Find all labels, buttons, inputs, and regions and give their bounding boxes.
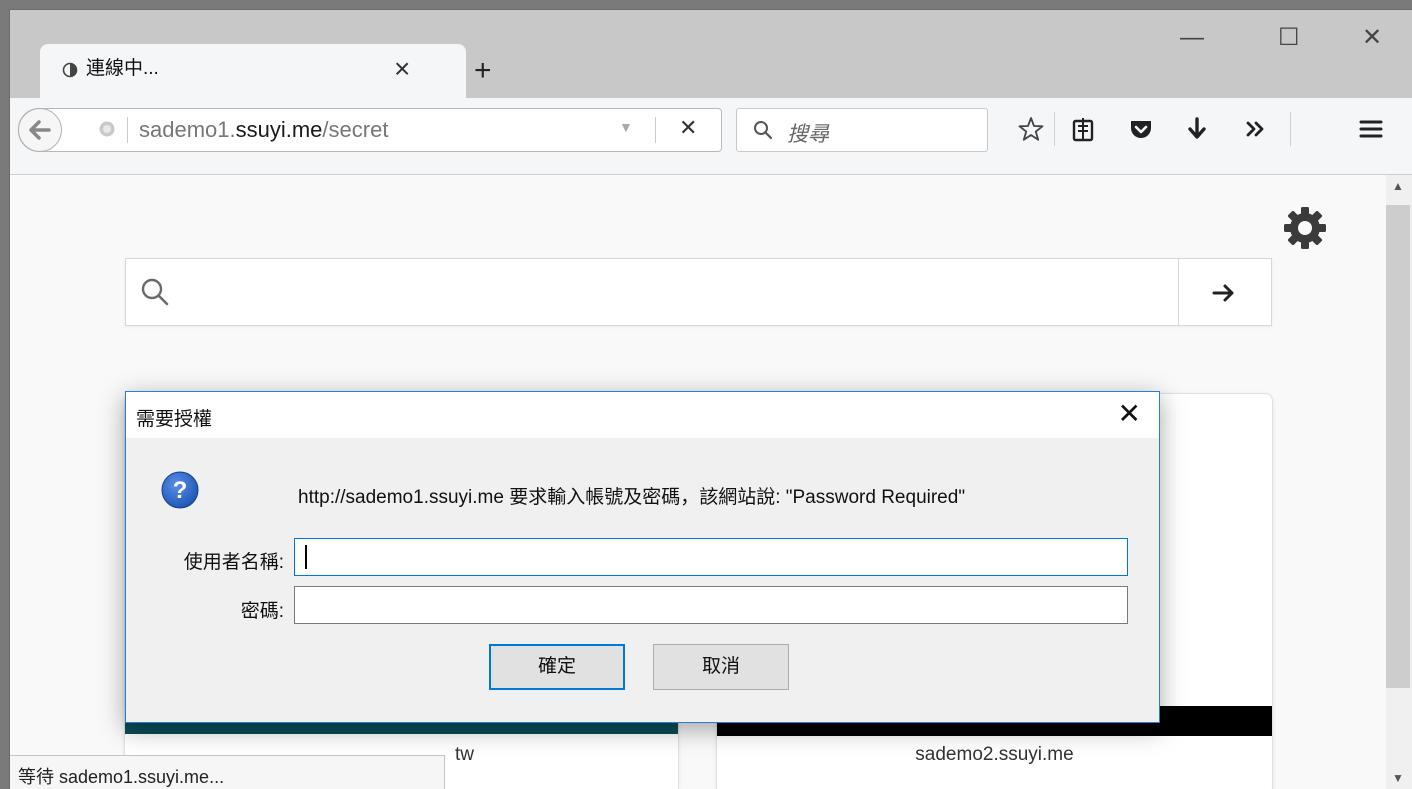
toolbar-separator [1054,112,1055,146]
loading-throbber-icon [62,62,78,78]
overflow-chevron-icon[interactable] [1242,116,1268,142]
globe-icon [99,121,115,137]
tab-strip: 連線中... × + — ☐ ✕ [10,10,1412,100]
search-bar[interactable]: 搜尋 [736,108,988,152]
dialog-message: http://sademo1.ssuyi.me 要求輸入帳號及密碼，該網站說: … [298,487,966,508]
tile-label: tw [455,744,474,765]
scrollbar-thumb[interactable] [1386,205,1410,688]
username-label: 使用者名稱: [183,552,284,573]
search-placeholder: 搜尋 [787,123,829,146]
new-tab-button[interactable]: + [474,56,492,86]
minimize-button[interactable]: — [1180,26,1204,50]
url-subdomain: sademo1. [139,117,236,142]
url-separator [655,117,656,143]
hamburger-menu-icon[interactable] [1358,116,1384,142]
navigation-toolbar: sademo1.ssuyi.me/secret ▼ ✕ 搜尋 [10,98,1412,175]
arrow-right-icon [1212,284,1234,302]
dialog-titlebar: 需要授權 ✕ [126,392,1159,438]
url-dropdown-icon[interactable]: ▼ [619,119,633,135]
auth-dialog: 需要授權 ✕ ? http://sademo1.ssuyi.me 要求輸入帳號及… [125,391,1160,723]
status-text: 等待 sademo1.ssuyi.me... [18,767,225,787]
username-field[interactable] [294,538,1128,576]
window-close-button[interactable]: ✕ [1362,26,1382,50]
maximize-button[interactable]: ☐ [1278,26,1300,50]
reader-library-icon[interactable] [1070,116,1096,142]
tab-close-icon[interactable]: × [394,55,410,83]
password-field[interactable] [294,586,1128,624]
ok-button[interactable]: 確定 [489,644,625,690]
tab-active[interactable]: 連線中... × [40,44,466,100]
back-button[interactable] [18,108,62,152]
dialog-close-button[interactable]: ✕ [1118,400,1141,428]
tab-title: 連線中... [86,58,159,79]
url-bar[interactable]: sademo1.ssuyi.me/secret ▼ ✕ [18,108,722,152]
password-label: 密碼: [240,601,284,622]
dialog-title: 需要授權 [136,409,213,430]
toolbar-separator [1290,112,1291,146]
vertical-scrollbar[interactable]: ▲ ▼ [1386,175,1412,789]
cancel-button[interactable]: 取消 [653,644,789,690]
search-go-button[interactable] [1178,259,1271,325]
text-caret [305,545,307,569]
back-arrow-icon [29,120,51,140]
stop-loading-button[interactable]: ✕ [679,115,697,141]
downloads-arrow-icon[interactable] [1184,116,1210,142]
search-icon [754,121,773,140]
svg-text:?: ? [173,477,188,504]
gear-icon[interactable] [1282,205,1328,251]
newtab-search-box[interactable] [125,258,1272,326]
search-icon [141,278,169,306]
scroll-down-icon[interactable]: ▼ [1392,771,1404,785]
url-path: /secret [322,117,389,142]
url-host: ssuyi.me [235,117,323,142]
pocket-icon[interactable] [1128,116,1154,142]
bookmark-star-icon[interactable] [1018,116,1044,142]
question-icon: ? [161,471,199,509]
status-panel: 等待 sademo1.ssuyi.me... [10,755,445,789]
url-text[interactable]: sademo1.ssuyi.me/secret [139,117,388,143]
scroll-up-icon[interactable]: ▲ [1392,179,1404,193]
url-separator [127,117,128,143]
tile-label: sademo2.ssuyi.me [915,744,1074,765]
